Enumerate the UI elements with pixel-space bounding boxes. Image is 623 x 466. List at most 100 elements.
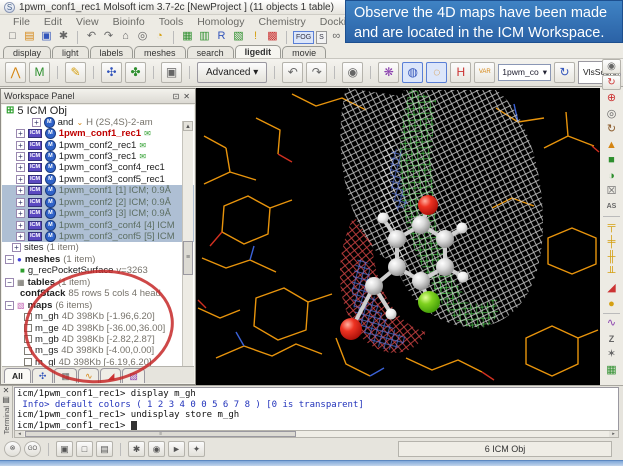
tree-item-receptor[interactable]: + ICM M 1pwm_conf3_rec1 ✉ xyxy=(2,151,194,162)
expand-icon[interactable]: + xyxy=(16,141,25,150)
tree-item-ligand[interactable]: + M and ⌄ H (2S,4S)-2-am xyxy=(2,116,194,127)
tree-section-maps[interactable]: − ▧ maps (6 items) xyxy=(2,299,194,310)
menu-view[interactable]: View xyxy=(69,16,106,28)
table-delete-icon[interactable]: ▩ xyxy=(265,30,280,44)
collapse-icon[interactable]: − xyxy=(5,278,14,287)
scroll-up-icon[interactable]: ▲ xyxy=(183,121,193,131)
save-icon[interactable]: ▣ xyxy=(39,30,54,44)
expand-icon[interactable]: + xyxy=(16,163,25,172)
tab-light[interactable]: light xyxy=(52,46,89,58)
close-icon[interactable]: ✕ xyxy=(181,92,192,101)
expand-icon[interactable]: + xyxy=(16,221,25,230)
tree-item-table[interactable]: confStack 85 rows 5 cols 4 head xyxy=(2,288,194,299)
rotate-refresh-icon[interactable]: ↻ xyxy=(602,75,621,90)
ballstick-icon[interactable]: ✣ xyxy=(101,62,122,83)
new-file-icon[interactable]: □ xyxy=(5,30,20,44)
rotate-icon[interactable]: ↻ xyxy=(602,122,621,137)
collapse-icon[interactable]: − xyxy=(5,301,14,310)
stereo-toggle-button[interactable]: S xyxy=(316,31,327,44)
tree-section-sites[interactable]: + sites (1 item) xyxy=(2,242,194,253)
record-icon[interactable]: ◉ xyxy=(602,59,621,74)
undo-icon[interactable]: ↶ xyxy=(84,30,99,44)
menu-edit[interactable]: Edit xyxy=(37,16,69,28)
mol-edit-icon[interactable]: M xyxy=(29,62,50,83)
star-tool-icon[interactable]: ✶ xyxy=(602,347,621,362)
expand-icon[interactable]: + xyxy=(16,209,25,218)
cursor-mode-icon[interactable]: ► xyxy=(168,441,185,457)
tree-item-map[interactable]: m_ge 4D 398Kb [-36.00,36.00] xyxy=(2,322,194,333)
clip-slab-icon[interactable]: ╪ xyxy=(602,235,621,250)
tab-search[interactable]: search xyxy=(187,46,234,58)
delete-box-icon[interactable]: ☒ xyxy=(602,184,621,199)
tab-movie[interactable]: movie xyxy=(282,46,326,58)
grid-tool-icon[interactable]: ▦ xyxy=(602,363,621,378)
stop-button[interactable]: ⊗ xyxy=(4,441,21,457)
redo-icon[interactable]: ↷ xyxy=(306,62,327,83)
tree-root[interactable]: ⊞ 5 ICM Obj xyxy=(2,105,194,116)
map-checkbox[interactable] xyxy=(24,347,32,355)
filter-meshes-icon[interactable]: ◢ xyxy=(100,368,121,383)
settings-gear-icon[interactable]: ✱ xyxy=(56,30,71,44)
filter-tables-icon[interactable]: ▦ xyxy=(54,368,77,383)
expand-icon[interactable]: + xyxy=(16,129,25,138)
tree-item-conformer-selected[interactable]: + ICM M 1pwm_conf3_conf4 [4] ICM xyxy=(2,219,194,230)
undo-icon[interactable]: ↶ xyxy=(282,62,303,83)
tree-scrollbar[interactable]: ▲ ≡ ▼ xyxy=(182,121,193,368)
scrollbar-thumb[interactable]: ≡ xyxy=(25,431,296,437)
tree-item-map[interactable]: m_gs 4D 398Kb [-4.00,0.00] xyxy=(2,345,194,356)
expand-icon[interactable]: + xyxy=(16,175,25,184)
tree-item-map[interactable]: m_gh 4D 398Kb [-1.96,6.20] xyxy=(2,311,194,322)
open-folder-icon[interactable]: ▤ xyxy=(22,30,37,44)
load-table-icon[interactable]: ▦ xyxy=(180,30,195,44)
close-icon[interactable]: ✕ xyxy=(3,386,10,395)
terminal-output[interactable]: icm/1pwm_conf1_rec1> display m_gh Info> … xyxy=(14,387,619,431)
terminal-tab-label[interactable]: Terminal xyxy=(2,406,11,434)
pocket-icon[interactable]: ◌ xyxy=(426,62,447,83)
scrollbar-thumb[interactable]: ≡ xyxy=(183,241,193,275)
rotate-object-icon[interactable]: ◑ xyxy=(602,169,621,184)
expand-icon[interactable]: + xyxy=(16,152,25,161)
tree-item-map[interactable]: m_gb 4D 398Kb [-2.82,2.87] xyxy=(2,334,194,345)
purple-molecule-icon[interactable]: ❋ xyxy=(378,62,399,83)
clip-back-icon[interactable]: ╨ xyxy=(602,266,621,281)
tab-ligedit[interactable]: ligedit xyxy=(235,45,282,58)
mol-2d-icon[interactable]: ⋀ xyxy=(5,62,26,83)
menu-tools[interactable]: Tools xyxy=(152,16,191,28)
redo-icon[interactable]: ↷ xyxy=(101,30,116,44)
green-box-icon[interactable]: ■ xyxy=(602,153,621,168)
color-molecule-icon[interactable]: ✤ xyxy=(125,62,146,83)
as-graphic-icon[interactable]: AS xyxy=(602,200,621,215)
lock-icon[interactable]: ● xyxy=(602,297,621,312)
clip-both-icon[interactable]: ╫ xyxy=(602,250,621,265)
tab-display[interactable]: display xyxy=(3,46,51,58)
tab-meshes[interactable]: meshes xyxy=(134,46,186,58)
tree-item-conformer-selected[interactable]: + ICM M 1pwm_conf3 [3] ICM; 0.9Å xyxy=(2,208,194,219)
mesh-fan-icon[interactable]: ◢ xyxy=(602,281,621,296)
layout-window-button[interactable]: □ xyxy=(76,441,93,457)
fog-toggle-button[interactable]: FOG xyxy=(293,31,314,44)
r-console-icon[interactable]: R xyxy=(214,30,229,44)
go-button[interactable]: GO xyxy=(24,441,41,457)
search-molecule-icon[interactable]: ◎ xyxy=(135,30,150,44)
var-icon[interactable]: VAR xyxy=(474,62,495,83)
clip-front-icon[interactable]: ╤ xyxy=(602,219,621,234)
gear-icon[interactable]: ✱ xyxy=(128,441,145,457)
map-checkbox[interactable] xyxy=(24,313,32,321)
pdb-home-icon[interactable]: ⌂ xyxy=(118,30,133,44)
refresh-icon[interactable]: ↻ xyxy=(554,62,575,83)
tree-item-conformer-selected[interactable]: + ICM M 1pwm_conf1 [1] ICM; 0.9Å xyxy=(2,185,194,196)
tree-item-conformer-selected[interactable]: + ICM M 1pwm_conf2 [2] ICM; 0.9Å xyxy=(2,197,194,208)
key-icon[interactable]: ✦ xyxy=(188,441,205,457)
zoom-icon[interactable]: ◎ xyxy=(602,107,621,122)
layout-split-button[interactable]: ▤ xyxy=(96,441,113,457)
duplicate-icon[interactable]: ▣ xyxy=(161,62,182,83)
filter-maps-icon[interactable]: ▧ xyxy=(122,368,145,383)
scroll-left-icon[interactable]: ◂ xyxy=(15,431,24,437)
expand-icon[interactable]: + xyxy=(16,186,25,195)
advanced-button[interactable]: Advanced ▾ xyxy=(197,62,267,83)
filter-molecules-icon[interactable]: ✣ xyxy=(32,368,54,383)
expand-icon[interactable]: + xyxy=(32,118,41,127)
filter-tab-all[interactable]: All xyxy=(4,368,31,383)
map-checkbox[interactable] xyxy=(24,335,32,343)
glasses-icon[interactable]: ∞ xyxy=(329,30,344,44)
